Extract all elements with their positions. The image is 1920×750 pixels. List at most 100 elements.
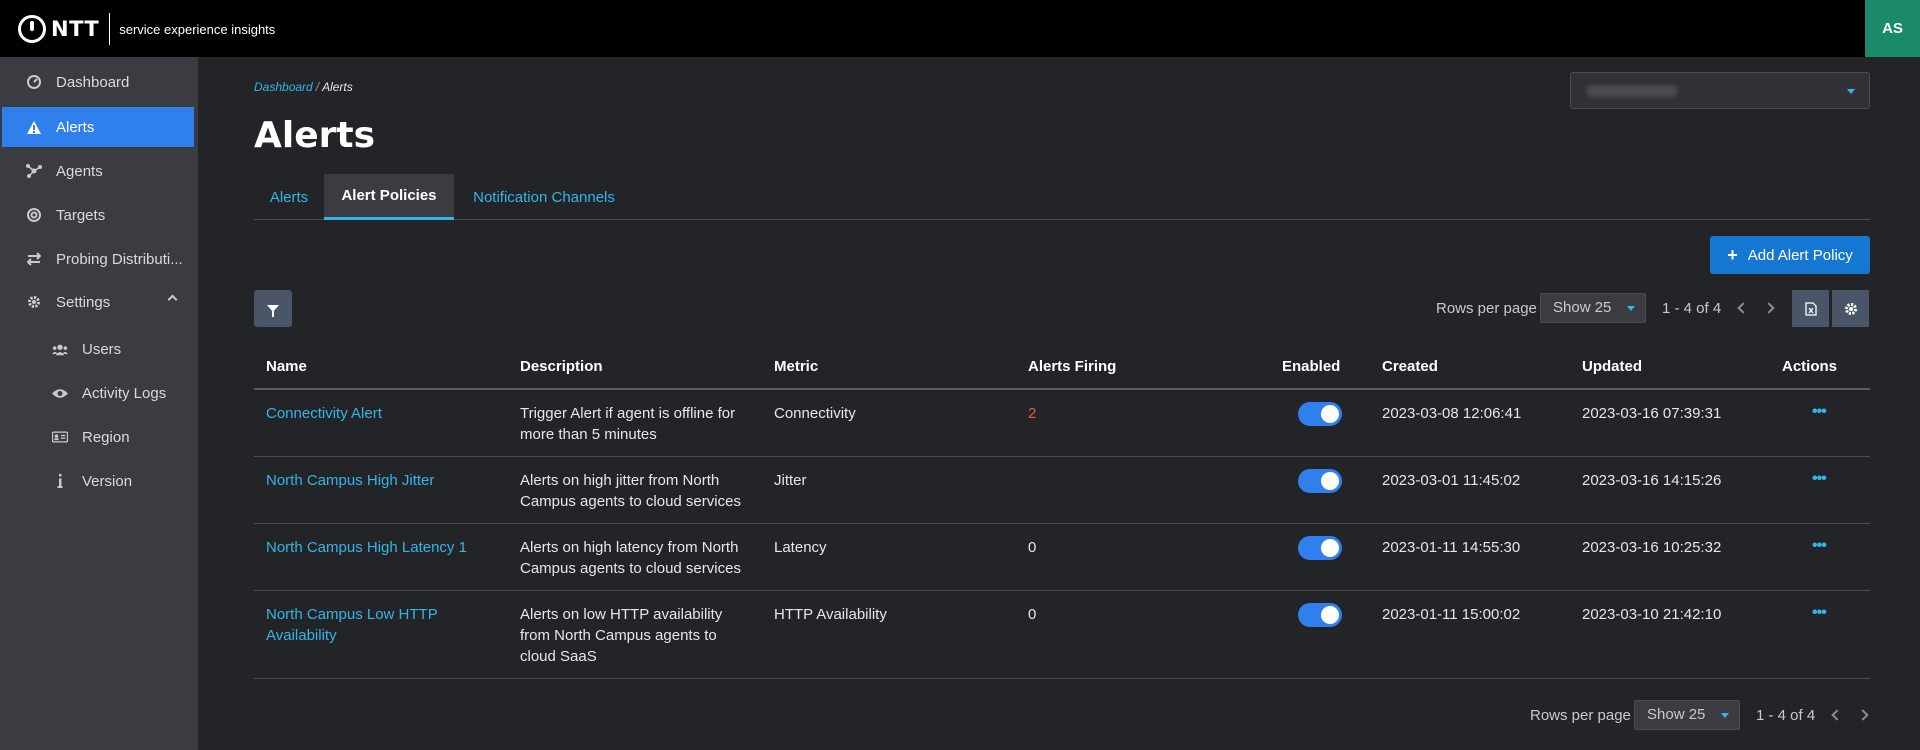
- column-header-alerts-firing[interactable]: Alerts Firing: [1028, 358, 1116, 375]
- filter-icon: [267, 305, 279, 317]
- policy-name-link[interactable]: North Campus Low HTTP Availability: [266, 604, 466, 646]
- created-date: 2023-03-08 12:06:41: [1382, 405, 1522, 422]
- policy-name-link[interactable]: Connectivity Alert: [266, 403, 496, 424]
- enabled-toggle[interactable]: [1298, 402, 1342, 426]
- policy-description: Trigger Alert if agent is offline for mo…: [520, 405, 736, 443]
- enabled-toggle[interactable]: [1298, 469, 1342, 493]
- row-actions-icon[interactable]: •••: [1812, 403, 1827, 421]
- eye-icon: [52, 385, 68, 401]
- rows-per-page-select[interactable]: Show 25: [1540, 293, 1646, 323]
- next-page-icon[interactable]: [1763, 302, 1775, 314]
- row-actions-icon[interactable]: •••: [1812, 537, 1827, 555]
- sidebar-item-label: Users: [82, 340, 122, 358]
- chevron-up-icon[interactable]: [167, 294, 178, 305]
- tab-bar: Alerts Alert Policies Notification Chann…: [254, 174, 1870, 220]
- updated-date: 2023-03-16 14:15:26: [1582, 472, 1722, 489]
- enabled-toggle[interactable]: [1298, 603, 1342, 627]
- breadcrumb-current: Alerts: [322, 80, 353, 94]
- alerts-firing-count: 2: [1028, 405, 1037, 422]
- gauge-icon: [26, 74, 42, 90]
- pagination-range: 1 - 4 of 4: [1662, 300, 1722, 317]
- rows-per-page-value: Show 25: [1647, 706, 1706, 723]
- ntt-logo[interactable]: NTT service experience insights: [18, 13, 275, 45]
- sidebar-item-label: Region: [82, 428, 130, 446]
- created-date: 2023-01-11 15:00:02: [1382, 606, 1521, 623]
- users-icon: [52, 341, 68, 357]
- breadcrumb-dashboard-link[interactable]: Dashboard: [254, 80, 313, 94]
- filter-button[interactable]: [254, 290, 292, 327]
- sidebar-item-version[interactable]: Version: [2, 461, 194, 501]
- brand-name: NTT: [51, 17, 100, 41]
- policy-metric: HTTP Availability: [774, 606, 887, 623]
- sidebar-item-settings[interactable]: Settings: [2, 282, 194, 322]
- tab-alerts[interactable]: Alerts: [254, 174, 324, 220]
- rows-per-page-select-bottom[interactable]: Show 25: [1634, 700, 1740, 730]
- previous-page-icon[interactable]: [1737, 302, 1749, 314]
- sidebar-item-label: Version: [82, 472, 133, 490]
- next-page-icon[interactable]: [1857, 709, 1869, 721]
- policy-metric: Jitter: [774, 472, 807, 489]
- column-header-actions: Actions: [1782, 358, 1838, 375]
- caret-down-icon: [1627, 306, 1635, 311]
- policy-metric: Latency: [774, 539, 827, 556]
- policy-description: Alerts on low HTTP availability from Nor…: [520, 606, 723, 665]
- table-row: North Campus Low HTTP Availability Alert…: [254, 591, 1870, 679]
- plus-icon: +: [1727, 244, 1738, 265]
- sidebar-item-agents[interactable]: Agents: [2, 151, 194, 191]
- rows-per-page-label: Rows per page: [1436, 300, 1537, 317]
- tab-notification-channels[interactable]: Notification Channels: [454, 174, 634, 220]
- updated-date: 2023-03-16 07:39:31: [1582, 405, 1722, 422]
- column-header-name[interactable]: Name: [266, 358, 307, 375]
- logo-divider: [109, 13, 111, 45]
- add-alert-policy-button[interactable]: + Add Alert Policy: [1710, 236, 1870, 274]
- tab-alert-policies[interactable]: Alert Policies: [324, 174, 454, 220]
- updated-date: 2023-03-16 10:25:32: [1582, 539, 1722, 556]
- caret-down-icon: [1721, 713, 1729, 718]
- gear-icon: [1844, 302, 1857, 315]
- breadcrumb: Dashboard / Alerts: [254, 80, 353, 94]
- caret-down-icon: [1847, 89, 1855, 94]
- user-avatar[interactable]: AS: [1865, 0, 1920, 57]
- agents-icon: [26, 163, 42, 179]
- updated-date: 2023-03-10 21:42:10: [1582, 606, 1722, 623]
- sidebar-item-region[interactable]: Region: [2, 417, 194, 457]
- breadcrumb-separator: /: [315, 80, 320, 94]
- organization-select[interactable]: [1570, 72, 1870, 109]
- table-row: North Campus High Latency 1 Alerts on hi…: [254, 524, 1870, 591]
- column-header-created[interactable]: Created: [1382, 358, 1438, 375]
- sidebar-item-activity-logs[interactable]: Activity Logs: [2, 373, 194, 413]
- policy-name-link[interactable]: North Campus High Latency 1: [266, 537, 496, 558]
- id-card-icon: [52, 429, 68, 445]
- table-row: North Campus High Jitter Alerts on high …: [254, 457, 1870, 524]
- enabled-toggle[interactable]: [1298, 536, 1342, 560]
- alerts-firing-count: 0: [1028, 539, 1037, 556]
- top-bar: NTT service experience insights AS: [0, 0, 1920, 57]
- row-actions-icon[interactable]: •••: [1812, 604, 1827, 622]
- column-header-updated[interactable]: Updated: [1582, 358, 1642, 375]
- sidebar-item-targets[interactable]: Targets: [2, 195, 194, 235]
- pagination-range-bottom: 1 - 4 of 4: [1756, 707, 1816, 724]
- previous-page-icon[interactable]: [1831, 709, 1843, 721]
- sidebar-item-dashboard[interactable]: Dashboard: [2, 62, 194, 102]
- page-title: Alerts: [254, 115, 376, 156]
- sidebar-item-label: Targets: [56, 206, 106, 224]
- info-icon: [52, 473, 68, 489]
- policy-name-link[interactable]: North Campus High Jitter: [266, 470, 496, 491]
- column-header-metric[interactable]: Metric: [774, 358, 818, 375]
- sidebar-item-alerts[interactable]: Alerts: [2, 107, 194, 147]
- sidebar-item-label: Activity Logs: [82, 384, 167, 402]
- column-header-description[interactable]: Description: [520, 358, 603, 375]
- column-header-enabled[interactable]: Enabled: [1282, 358, 1340, 375]
- row-actions-icon[interactable]: •••: [1812, 470, 1827, 488]
- table-settings-button[interactable]: [1832, 290, 1869, 327]
- alerts-firing-count: 0: [1028, 606, 1037, 623]
- arrows-exchange-icon: [26, 251, 42, 267]
- rows-per-page-label-bottom: Rows per page: [1530, 707, 1631, 724]
- brand-subtitle: service experience insights: [119, 21, 276, 37]
- sidebar-item-label: Alerts: [56, 118, 95, 136]
- sidebar-item-probing-distribution[interactable]: Probing Distributi...: [2, 239, 194, 279]
- sidebar-item-users[interactable]: Users: [2, 329, 194, 369]
- sidebar: Dashboard Alerts Agents Targets Probing …: [0, 57, 198, 750]
- target-icon: [26, 207, 42, 223]
- export-excel-button[interactable]: [1792, 290, 1829, 327]
